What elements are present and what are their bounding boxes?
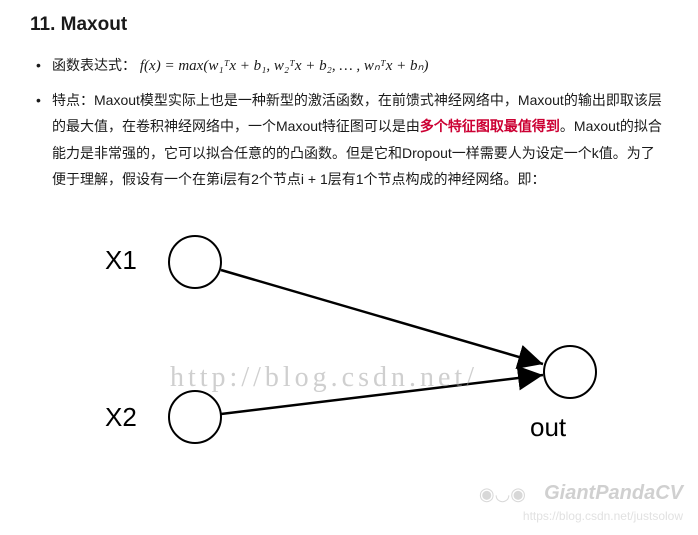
edge-x1-out (221, 270, 543, 364)
network-diagram: X1 X2 out http://blog.csdn.net/ (40, 217, 680, 477)
panda-icon: ◉◡◉ (479, 484, 526, 505)
bullet-formula: 函数表达式： f(x) = max(w₁ᵀx + b₁, w₂ᵀx + b₂, … (52, 52, 668, 81)
node-out (544, 346, 596, 398)
node-x1 (169, 236, 221, 288)
node-x2 (169, 391, 221, 443)
label-out: out (530, 412, 566, 443)
formula-label: 函数表达式： (52, 57, 136, 73)
watermark-url: http://blog.csdn.net/ (170, 362, 478, 394)
features-highlight: 多个特征图取最值得到 (420, 118, 560, 134)
watermark-brand: GiantPandaCV (544, 482, 683, 505)
label-x1: X1 (105, 245, 137, 276)
section-heading: 11. Maxout (30, 14, 668, 36)
label-x2: X2 (105, 402, 137, 433)
bullet-list: 函数表达式： f(x) = max(w₁ᵀx + b₁, w₂ᵀx + b₂, … (30, 52, 668, 193)
watermark-subtext: https://blog.csdn.net/justsolow (523, 509, 683, 523)
bullet-features: 特点：Maxout模型实际上也是一种新型的激活函数，在前馈式神经网络中，Maxo… (52, 87, 668, 193)
formula-expression: f(x) = max(w₁ᵀx + b₁, w₂ᵀx + b₂, … , wₙᵀ… (140, 58, 429, 74)
